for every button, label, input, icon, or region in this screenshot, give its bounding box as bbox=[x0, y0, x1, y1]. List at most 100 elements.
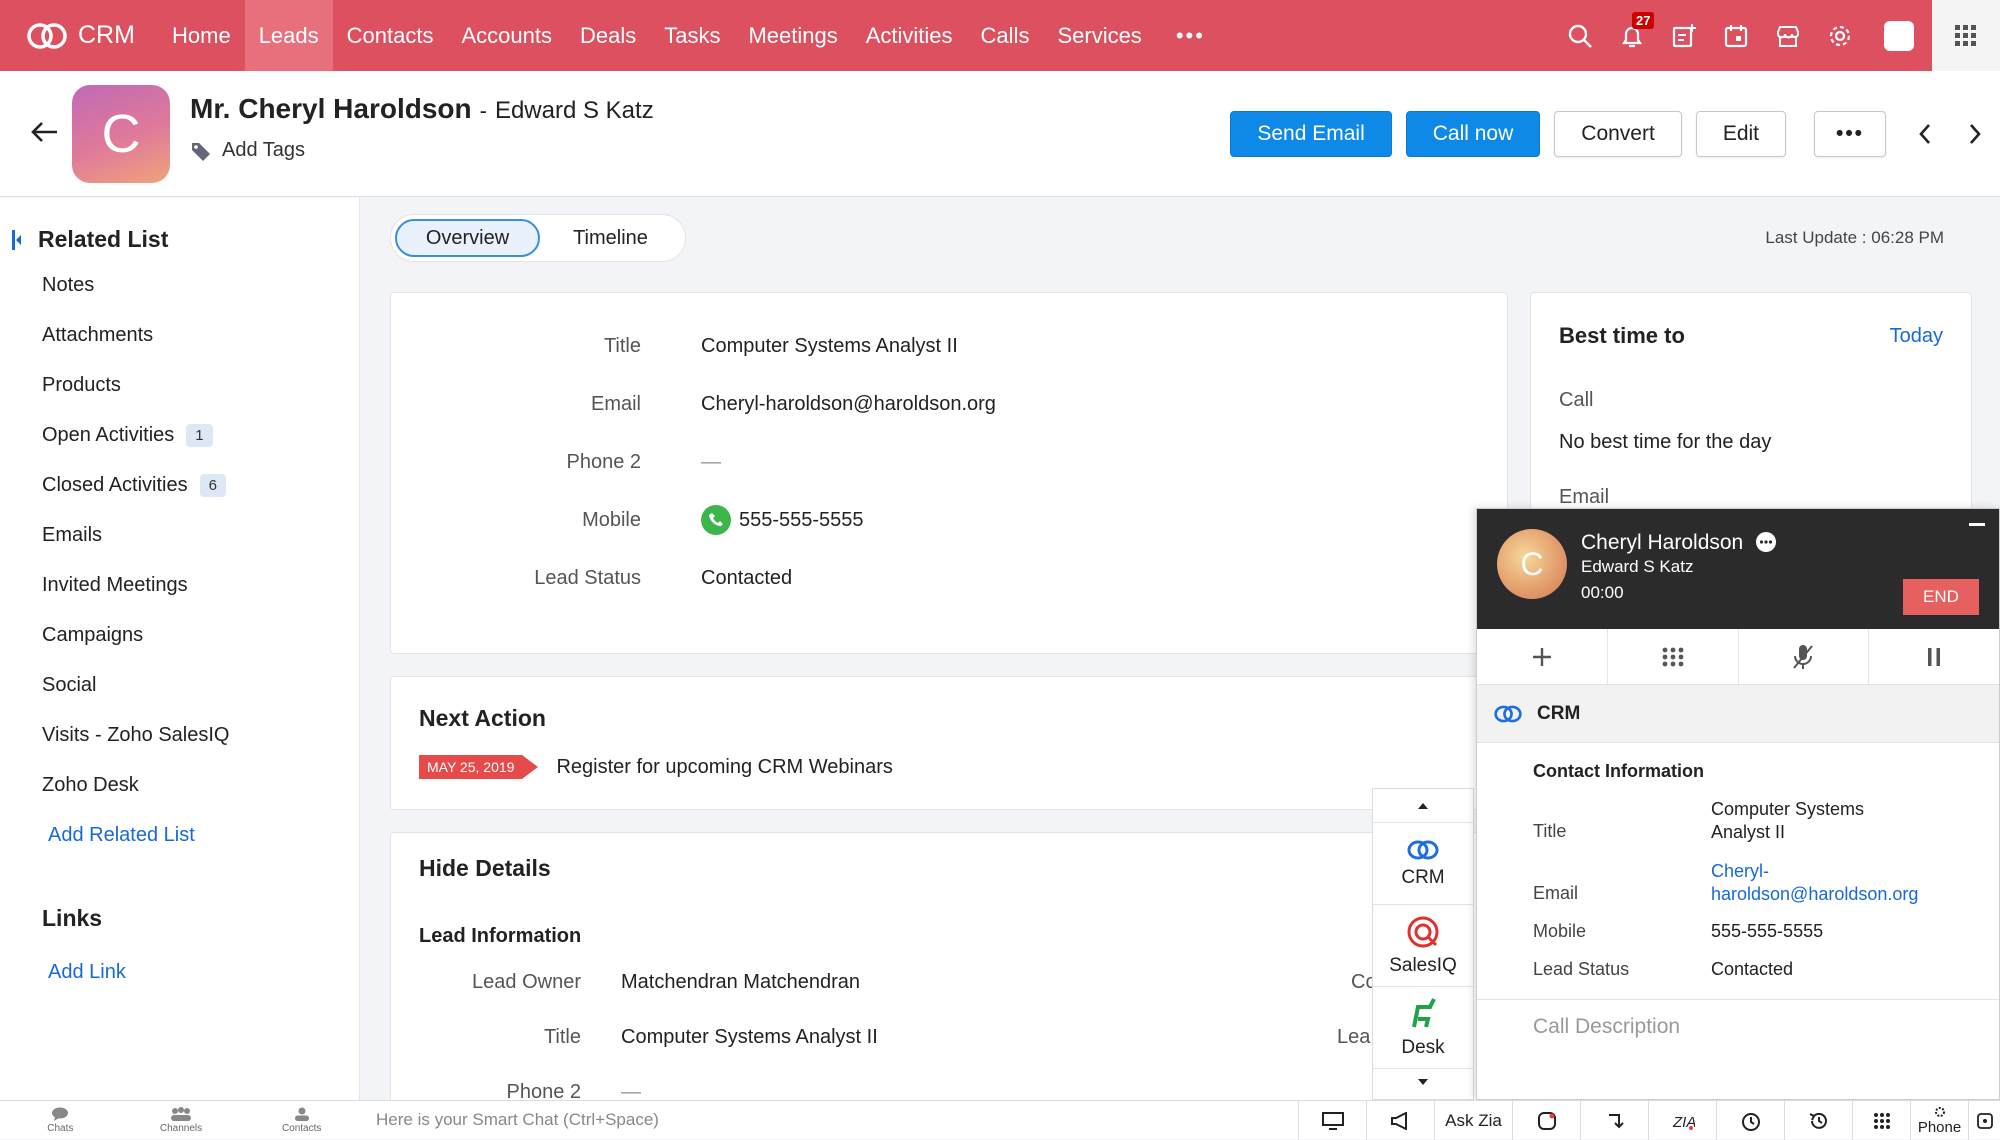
nav-activities[interactable]: Activities bbox=[852, 0, 967, 71]
phone-call-icon[interactable] bbox=[701, 505, 731, 535]
ci-email-value-1[interactable]: Cheryl- bbox=[1711, 861, 1769, 882]
marketplace-icon[interactable] bbox=[1762, 0, 1814, 71]
call-header: C Cheryl Haroldson Edward S Katz 00:00 E… bbox=[1477, 509, 1999, 629]
user-avatar[interactable] bbox=[1884, 20, 1914, 51]
add-link[interactable]: Add Link bbox=[48, 961, 126, 984]
related-item-zoho-desk[interactable]: Zoho Desk bbox=[42, 760, 229, 810]
next-action-text[interactable]: Register for upcoming CRM Webinars bbox=[556, 756, 892, 779]
related-item-invited-meetings[interactable]: Invited Meetings bbox=[42, 560, 229, 610]
chats-button[interactable]: Chats bbox=[0, 1101, 121, 1140]
nav-accounts[interactable]: Accounts bbox=[447, 0, 566, 71]
add-related-list-link[interactable]: Add Related List bbox=[42, 810, 229, 860]
nav-meetings[interactable]: Meetings bbox=[734, 0, 851, 71]
nav-deals[interactable]: Deals bbox=[566, 0, 650, 71]
dock-up-arrow-icon[interactable] bbox=[1373, 789, 1473, 823]
alarm-clock-icon[interactable] bbox=[1716, 1101, 1784, 1140]
channels-button[interactable]: Channels bbox=[121, 1101, 242, 1140]
settings-gear-icon[interactable] bbox=[1814, 0, 1866, 71]
history-icon[interactable] bbox=[1784, 1101, 1852, 1140]
app-grid-icon[interactable] bbox=[1932, 0, 2000, 71]
dock-salesiq[interactable]: SalesIQ bbox=[1373, 905, 1473, 987]
call-panel: C Cheryl Haroldson Edward S Katz 00:00 E… bbox=[1476, 508, 2000, 1100]
crm-logo-icon bbox=[27, 22, 67, 49]
crm-logo[interactable]: CRM bbox=[0, 21, 158, 50]
related-item-emails[interactable]: Emails bbox=[42, 510, 229, 560]
dock-desk[interactable]: Desk bbox=[1373, 987, 1473, 1069]
mute-microphone-icon[interactable] bbox=[1739, 629, 1870, 684]
hold-pause-icon[interactable] bbox=[1869, 629, 1999, 684]
calendar-icon[interactable] bbox=[1710, 0, 1762, 71]
phone-dialpad-icon[interactable] bbox=[1852, 1101, 1910, 1140]
contacts-button[interactable]: Contacts bbox=[241, 1101, 362, 1140]
sync-icon[interactable] bbox=[1580, 1101, 1648, 1140]
search-icon[interactable] bbox=[1554, 0, 1606, 71]
dock-down-arrow-icon[interactable] bbox=[1373, 1069, 1473, 1095]
edit-button[interactable]: Edit bbox=[1695, 111, 1786, 157]
salesiq-icon bbox=[1407, 916, 1439, 947]
nav-services[interactable]: Services bbox=[1043, 0, 1155, 71]
caller-options-icon[interactable] bbox=[1755, 531, 1777, 553]
help-icon[interactable] bbox=[1968, 1101, 2000, 1140]
back-arrow-icon[interactable] bbox=[30, 121, 58, 143]
caller-company: Edward S Katz bbox=[1581, 557, 1694, 576]
mobile-number[interactable]: 555-555-5555 bbox=[739, 509, 864, 532]
related-item-label: Open Activities bbox=[42, 423, 175, 446]
create-record-icon[interactable] bbox=[1658, 0, 1710, 71]
desk-icon bbox=[1412, 997, 1436, 1027]
related-item-notes[interactable]: Notes bbox=[42, 260, 229, 310]
nav-more-button[interactable]: ••• bbox=[1156, 0, 1225, 71]
best-time-today-link[interactable]: Today bbox=[1890, 325, 1943, 348]
call-now-button[interactable]: Call now bbox=[1405, 111, 1541, 157]
related-item-closed-activities[interactable]: Closed Activities 6 bbox=[42, 460, 229, 510]
lead-info-heading: Lead Information bbox=[419, 925, 582, 947]
collapse-sidebar-icon[interactable] bbox=[12, 229, 22, 250]
hide-details-toggle[interactable]: Hide Details bbox=[419, 855, 551, 882]
related-item-campaigns[interactable]: Campaigns bbox=[42, 610, 229, 660]
app-name: CRM bbox=[78, 21, 135, 49]
zia-icon[interactable] bbox=[1512, 1101, 1580, 1140]
add-call-icon[interactable] bbox=[1477, 629, 1608, 684]
phone-button[interactable]: Phone bbox=[1910, 1101, 1968, 1140]
nav-contacts[interactable]: Contacts bbox=[333, 0, 448, 71]
related-item-visits-salesiq[interactable]: Visits - Zoho SalesIQ bbox=[42, 710, 229, 760]
channels-label: Channels bbox=[159, 1123, 203, 1134]
send-email-button[interactable]: Send Email bbox=[1230, 111, 1392, 157]
email-link[interactable]: Cheryl-haroldson@haroldson.org bbox=[701, 393, 996, 416]
nav-tasks[interactable]: Tasks bbox=[650, 0, 734, 71]
related-item-attachments[interactable]: Attachments bbox=[42, 310, 229, 360]
dock-crm[interactable]: CRM bbox=[1373, 823, 1473, 905]
contact-info-heading: Contact Information bbox=[1533, 761, 1704, 781]
screen-share-icon[interactable] bbox=[1298, 1101, 1366, 1140]
previous-record-icon[interactable] bbox=[1900, 123, 1950, 145]
next-action-date-badge: MAY 25, 2019 bbox=[419, 755, 539, 779]
smart-chat-input[interactable]: Here is your Smart Chat (Ctrl+Space) bbox=[376, 1110, 659, 1130]
notification-bell-icon[interactable]: 27 bbox=[1606, 0, 1658, 71]
nav-leads[interactable]: Leads bbox=[244, 0, 333, 71]
related-list-header[interactable]: Related List bbox=[12, 226, 168, 253]
next-record-icon[interactable] bbox=[1950, 123, 2000, 145]
call-description-input[interactable]: Call Description bbox=[1533, 1015, 1680, 1039]
minimize-icon[interactable] bbox=[1969, 523, 1985, 526]
tab-overview[interactable]: Overview bbox=[395, 219, 540, 257]
add-tags-link[interactable]: Add Tags bbox=[190, 139, 305, 162]
related-item-products[interactable]: Products bbox=[42, 360, 229, 410]
field-label-phone2: Phone 2 bbox=[566, 451, 641, 473]
ci-email-value-2[interactable]: haroldson@haroldson.org bbox=[1711, 884, 1918, 905]
ask-zia-button[interactable]: Ask Zia bbox=[1434, 1101, 1512, 1140]
nav-calls[interactable]: Calls bbox=[967, 0, 1044, 71]
next-action-title: Next Action bbox=[419, 705, 546, 731]
caller-name: Cheryl Haroldson bbox=[1581, 531, 1744, 554]
announcement-icon[interactable] bbox=[1366, 1101, 1434, 1140]
related-item-social[interactable]: Social bbox=[42, 660, 229, 710]
related-item-label: Notes bbox=[42, 273, 95, 296]
nav-home[interactable]: Home bbox=[158, 0, 245, 71]
more-actions-button[interactable]: ••• bbox=[1814, 111, 1886, 157]
dock-salesiq-label: SalesIQ bbox=[1389, 954, 1457, 976]
related-item-open-activities[interactable]: Open Activities 1 bbox=[42, 410, 229, 460]
tab-timeline[interactable]: Timeline bbox=[540, 219, 681, 257]
convert-button[interactable]: Convert bbox=[1554, 111, 1682, 157]
zia-notification-icon[interactable]: ZIA bbox=[1648, 1101, 1716, 1140]
end-call-button[interactable]: END bbox=[1903, 579, 1979, 615]
dialpad-icon[interactable] bbox=[1608, 629, 1739, 684]
related-list-title: Related List bbox=[38, 226, 169, 252]
